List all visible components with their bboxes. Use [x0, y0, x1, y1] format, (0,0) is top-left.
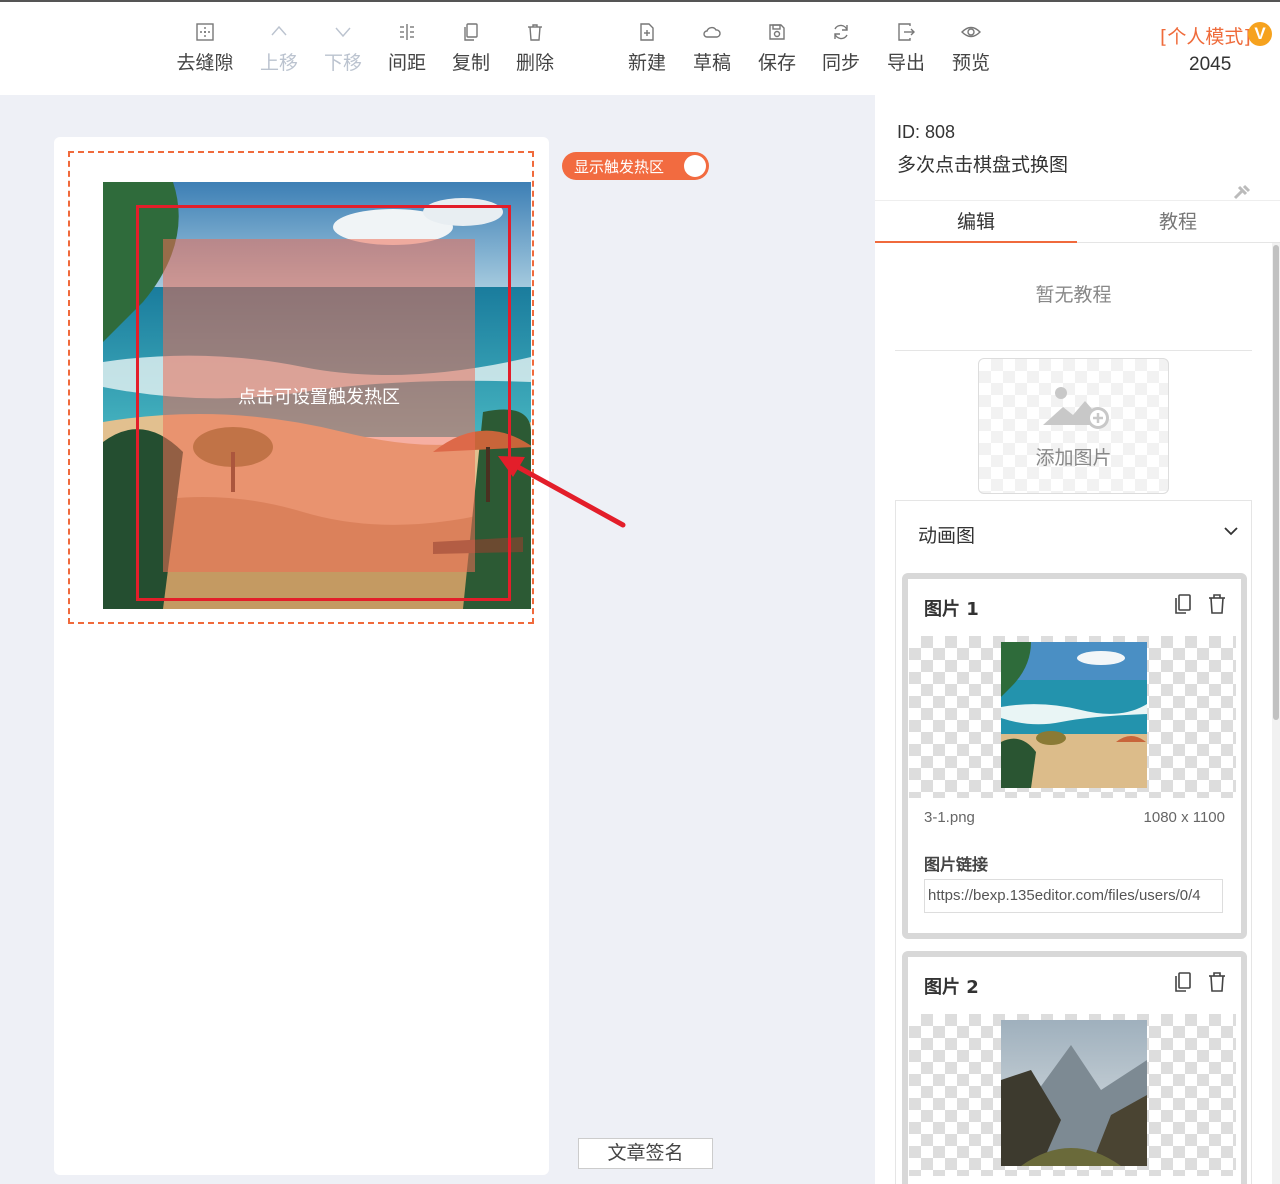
image-card-2: 图片 2 — [902, 951, 1247, 1184]
selected-block-outline[interactable]: 点击可设置触发热区 — [68, 151, 534, 624]
image-card-1: 图片 1 3-1.png 1080 x 1100 图片链接 https://be… — [902, 573, 1247, 939]
spacing-icon — [400, 24, 414, 40]
cloud-icon — [703, 26, 721, 38]
remove-gap-label: 去缝隙 — [176, 52, 234, 74]
move-up-label: 上移 — [259, 52, 298, 74]
template-id: ID: 808 — [897, 122, 956, 142]
mountain-thumbnail — [1001, 1020, 1147, 1166]
accordion-title: 动画图 — [918, 525, 976, 547]
count-value: 2045 — [1189, 54, 1232, 75]
sync-button[interactable]: 同步 — [809, 22, 873, 75]
spacing-button[interactable]: 间距 — [375, 22, 439, 75]
show-hotzone-toggle[interactable]: 显示触发热区 — [562, 152, 709, 180]
export-icon — [898, 23, 915, 41]
image-card-title: 图片 2 — [924, 977, 979, 998]
right-panel: ID: 808 多次点击棋盘式换图 编辑 教程 暂无教程 添加图片 动画图 图片… — [875, 95, 1280, 1184]
delete-button[interactable]: 删除 — [503, 22, 567, 75]
top-toolbar: 去缝隙 上移 下移 间距 复制 删除 新建 草稿 保存 同步 导出 预览 [个人… — [0, 0, 1280, 95]
hotzone-label: 点击可设置触发热区 — [238, 386, 400, 408]
copy-icon[interactable] — [1172, 593, 1194, 615]
trash-icon — [528, 24, 542, 41]
new-file-icon — [640, 23, 654, 41]
image-link-label: 图片链接 — [924, 855, 989, 874]
chevron-up-icon — [271, 25, 287, 36]
tools-icon[interactable] — [1233, 184, 1251, 200]
sync-label: 同步 — [821, 52, 860, 74]
draft-button[interactable]: 草稿 — [680, 22, 744, 75]
panel-scrollbar[interactable] — [1272, 243, 1280, 1184]
template-name: 多次点击棋盘式换图 — [897, 154, 1069, 176]
animation-accordion: 动画图 图片 1 3-1.png 1080 x 1100 图片链接 https:… — [895, 500, 1252, 1184]
add-image-icon — [1043, 387, 1109, 429]
accordion-header[interactable]: 动画图 — [896, 501, 1251, 565]
personal-mode-link[interactable]: [个人模式] — [1160, 22, 1251, 49]
move-down-button[interactable]: 下移 — [311, 22, 375, 75]
vip-badge[interactable]: V — [1248, 22, 1272, 46]
copy-label: 复制 — [451, 52, 490, 74]
chevron-down-icon — [335, 27, 351, 38]
image-card-title: 图片 1 — [924, 599, 979, 620]
image-link-input[interactable]: https://bexp.135editor.com/files/users/0… — [924, 879, 1223, 913]
toggle-knob — [684, 155, 706, 177]
gap-icon — [196, 23, 214, 41]
tab-tutorial[interactable]: 教程 — [1077, 201, 1279, 243]
export-button[interactable]: 导出 — [874, 22, 938, 75]
copy-icon — [464, 23, 478, 41]
save-label: 保存 — [757, 52, 796, 74]
save-button[interactable]: 保存 — [745, 22, 809, 75]
image-filename: 3-1.png — [924, 809, 975, 826]
copy-button[interactable]: 复制 — [439, 22, 503, 75]
article-signature-button[interactable]: 文章签名 — [578, 1138, 713, 1169]
trash-icon[interactable] — [1206, 971, 1228, 993]
eye-icon — [961, 26, 981, 38]
remove-gap-button[interactable]: 去缝隙 — [173, 22, 237, 75]
chevron-down-icon — [1224, 527, 1238, 536]
show-hotzone-label: 显示触发热区 — [574, 158, 665, 176]
export-label: 导出 — [886, 52, 925, 74]
tab-edit[interactable]: 编辑 — [875, 201, 1077, 243]
panel-tabs: 编辑 教程 — [875, 200, 1280, 243]
beach-thumbnail — [1001, 642, 1147, 788]
image-preview — [909, 636, 1236, 798]
trash-icon[interactable] — [1206, 593, 1228, 615]
delete-label: 删除 — [515, 52, 554, 74]
new-label: 新建 — [627, 52, 666, 74]
add-image-label: 添加图片 — [1035, 447, 1112, 469]
hotzone-area[interactable]: 点击可设置触发热区 — [163, 239, 475, 572]
no-tutorial-text: 暂无教程 — [895, 245, 1252, 351]
image-dimensions: 1080 x 1100 — [1143, 809, 1225, 826]
copy-icon[interactable] — [1172, 971, 1194, 993]
preview-button[interactable]: 预览 — [939, 22, 1003, 75]
image-preview — [909, 1014, 1236, 1176]
sync-icon — [834, 24, 848, 40]
scrollbar-thumb[interactable] — [1273, 245, 1279, 720]
image-thumbnail — [1001, 642, 1147, 788]
new-button[interactable]: 新建 — [615, 22, 679, 75]
move-up-button[interactable]: 上移 — [247, 22, 311, 75]
move-down-label: 下移 — [323, 52, 362, 74]
save-icon — [769, 24, 785, 40]
red-arrow-annotation — [498, 456, 626, 528]
editor-canvas: 点击可设置触发热区 — [54, 137, 549, 1175]
draft-label: 草稿 — [692, 52, 731, 74]
spacing-label: 间距 — [387, 52, 426, 74]
image-thumbnail — [1001, 1020, 1147, 1166]
add-image-button[interactable]: 添加图片 — [978, 358, 1169, 494]
preview-label: 预览 — [951, 52, 990, 74]
